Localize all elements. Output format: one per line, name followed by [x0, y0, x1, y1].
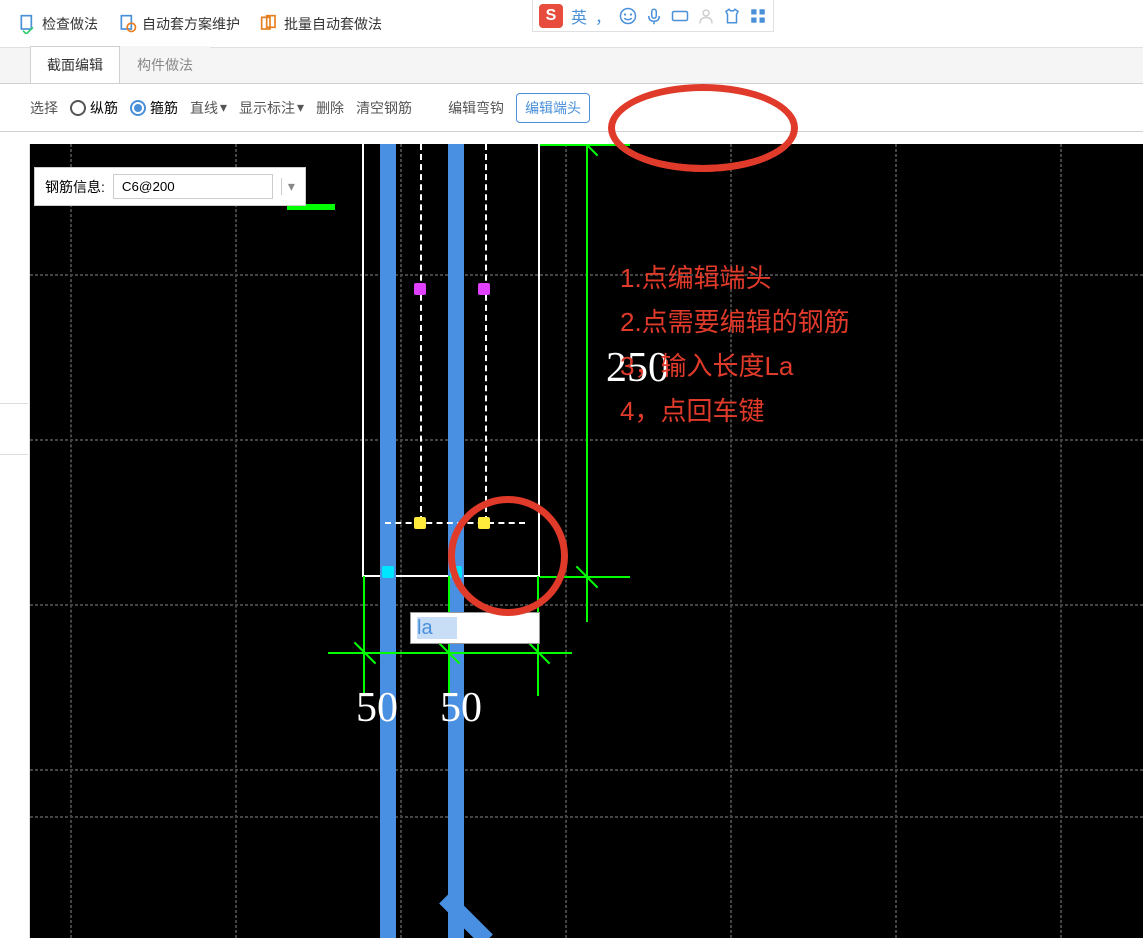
chevron-down-icon: ▾ — [220, 99, 227, 116]
rebar-info-label: 钢筋信息: — [45, 177, 105, 197]
tab-component-method[interactable]: 构件做法 — [120, 46, 210, 83]
rebar-bar[interactable] — [380, 144, 396, 938]
grid-line-h — [30, 769, 1143, 771]
ime-logo-icon: S — [539, 4, 563, 28]
microphone-icon[interactable] — [645, 7, 663, 25]
clear-rebar-button[interactable]: 清空钢筋 — [356, 98, 412, 118]
dim-line — [586, 144, 588, 622]
select-label[interactable]: 选择 — [30, 98, 58, 118]
ime-toolbar[interactable]: S 英 ， — [532, 0, 774, 32]
grid-line-h — [30, 816, 1143, 818]
annotation-circle — [448, 496, 568, 616]
left-panel — [0, 144, 30, 938]
radio-longitudinal[interactable]: 纵筋 — [70, 98, 118, 118]
check-method-button[interactable]: 检查做法 — [12, 10, 104, 38]
tshirt-icon[interactable] — [723, 7, 741, 25]
check-doc-icon — [18, 14, 38, 34]
rebar-info-input[interactable] — [113, 174, 273, 199]
edit-hook-button[interactable]: 编辑弯钩 — [448, 98, 504, 118]
dim-ext — [363, 576, 365, 696]
rebar-dashed — [485, 144, 487, 522]
emoji-icon[interactable] — [619, 7, 637, 25]
radio-longitudinal-label: 纵筋 — [90, 98, 118, 118]
grid-line-v — [70, 144, 72, 938]
dim-label-50: 50 — [440, 684, 482, 732]
annotation-ellipse-overlay — [608, 84, 798, 172]
node-point[interactable] — [382, 566, 394, 578]
delete-button[interactable]: 删除 — [316, 98, 344, 118]
tab-bar: 截面编辑 构件做法 — [0, 48, 1143, 84]
auto-scheme-maintain-button[interactable]: 自动套方案维护 — [112, 10, 246, 38]
annotation-line2: 2.点需要编辑的钢筋 — [620, 300, 850, 344]
grid-apps-icon[interactable] — [749, 7, 767, 25]
check-method-label: 检查做法 — [42, 14, 98, 34]
person-icon[interactable] — [697, 7, 715, 25]
node-point[interactable] — [414, 283, 426, 295]
grid-line-v — [235, 144, 237, 938]
keyboard-icon[interactable] — [671, 7, 689, 25]
ime-punct-icon[interactable]: ， — [595, 4, 611, 28]
radio-stirrup[interactable]: 箍筋 — [130, 98, 178, 118]
annotation-line1: 1.点编辑端头 — [620, 256, 850, 300]
ime-lang-indicator[interactable]: 英 — [571, 4, 587, 28]
show-annotation-label: 显示标注 — [239, 98, 295, 118]
annotation-line3: 3，输入长度La — [620, 344, 850, 388]
tab-section-edit[interactable]: 截面编辑 — [30, 46, 120, 83]
rebar-info-panel: 钢筋信息: ▾ — [34, 167, 306, 206]
gear-doc-icon — [118, 14, 138, 34]
annotation-instructions: 1.点编辑端头 2.点需要编辑的钢筋 3，输入长度La 4，点回车键 — [620, 256, 850, 433]
grid-line-v — [895, 144, 897, 938]
action-bar: 选择 纵筋 箍筋 直线 ▾ 显示标注 ▾ 删除 清空钢筋 编辑弯钩 编辑端头 — [0, 84, 1143, 132]
chevron-down-icon: ▾ — [297, 99, 304, 116]
show-annotation-dropdown[interactable]: 显示标注 ▾ — [239, 98, 304, 118]
node-point[interactable] — [414, 517, 426, 529]
auto-scheme-maintain-label: 自动套方案维护 — [142, 14, 240, 34]
edit-end-button[interactable]: 编辑端头 — [516, 93, 590, 123]
annotation-line4: 4，点回车键 — [620, 389, 850, 433]
radio-icon — [70, 100, 86, 116]
line-type-label: 直线 — [190, 98, 218, 118]
node-point[interactable] — [478, 283, 490, 295]
batch-auto-apply-label: 批量自动套做法 — [284, 14, 382, 34]
length-input[interactable]: la — [410, 612, 540, 644]
line-type-dropdown[interactable]: 直线 ▾ — [190, 98, 227, 118]
batch-auto-apply-button[interactable]: 批量自动套做法 — [254, 10, 388, 38]
rebar-dashed — [420, 144, 422, 522]
grid-line-v — [1060, 144, 1062, 938]
radio-stirrup-label: 箍筋 — [150, 98, 178, 118]
rebar-info-dropdown-icon[interactable]: ▾ — [281, 178, 295, 195]
batch-icon — [260, 14, 280, 34]
dim-label-50: 50 — [356, 684, 398, 732]
radio-icon-selected — [130, 100, 146, 116]
drawing-canvas[interactable]: 钢筋信息: ▾ 250 50 50 la .l — [30, 144, 1143, 938]
